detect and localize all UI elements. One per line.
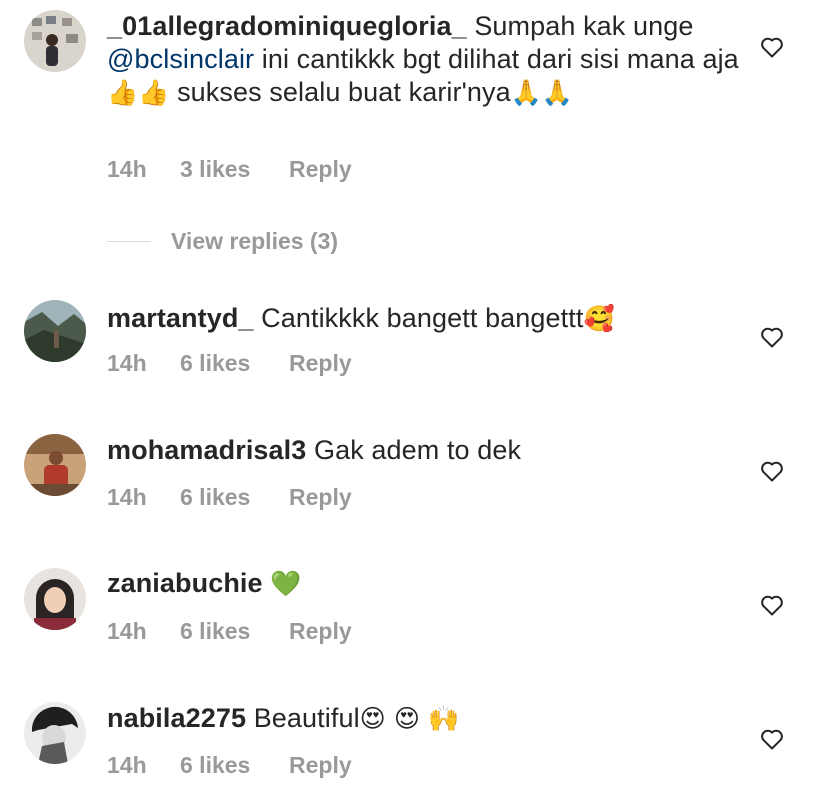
comment-text-part: sukses selalu buat karir'nya bbox=[169, 77, 511, 107]
avatar[interactable] bbox=[24, 702, 86, 764]
pray-emoji: 🙏🙏 bbox=[510, 78, 574, 107]
comment-username[interactable]: zaniabuchie bbox=[107, 568, 263, 598]
comment-text-part: Gak adem to dek bbox=[306, 435, 522, 465]
mention-link[interactable]: @bclsinclair bbox=[107, 44, 254, 74]
heart-outline-icon[interactable] bbox=[760, 728, 784, 750]
heart-outline-icon[interactable] bbox=[760, 594, 784, 616]
comment-username[interactable]: mohamadrisal3 bbox=[107, 435, 306, 465]
comment-likes[interactable]: 6 likes bbox=[180, 752, 289, 779]
avatar[interactable] bbox=[24, 434, 86, 496]
comment-likes[interactable]: 6 likes bbox=[180, 350, 289, 377]
heart-outline-icon[interactable] bbox=[760, 326, 784, 348]
comment-time: 14h bbox=[107, 156, 147, 182]
green-heart-emoji: 💚 bbox=[270, 569, 302, 598]
comment-username[interactable]: nabila2275 bbox=[107, 703, 246, 733]
comment-username[interactable]: _01allegradominiquegloria_ bbox=[107, 11, 467, 41]
comment-meta: 14h 6 likes Reply bbox=[107, 350, 352, 377]
comment-likes[interactable]: 6 likes bbox=[180, 484, 289, 511]
reply-button[interactable]: Reply bbox=[289, 618, 352, 645]
comment-likes[interactable]: 6 likes bbox=[180, 618, 289, 645]
thumbs-up-emoji: 👍👍 bbox=[107, 78, 170, 107]
comment-text-part: ini cantikkk bgt dilihat dari sisi mana … bbox=[254, 44, 739, 74]
comment-text-part: Cantikkkk bangett bangettt bbox=[253, 303, 584, 333]
divider-line bbox=[107, 241, 151, 242]
comment-text: nabila2275 Beautiful😍 😍 🙌 bbox=[107, 702, 747, 735]
view-replies-button[interactable]: View replies (3) bbox=[107, 228, 338, 255]
comment-likes[interactable]: 3 likes bbox=[180, 156, 289, 183]
comment-meta: 14h 6 likes Reply bbox=[107, 484, 352, 511]
comment-time: 14h bbox=[107, 484, 147, 510]
comment-meta: 14h 6 likes Reply bbox=[107, 618, 352, 645]
comment-username[interactable]: martantyd_ bbox=[107, 303, 254, 333]
comment-meta: 14h 6 likes Reply bbox=[107, 752, 352, 779]
comment-time: 14h bbox=[107, 752, 147, 778]
comment-text: mohamadrisal3 Gak adem to dek bbox=[107, 434, 747, 467]
reply-button[interactable]: Reply bbox=[289, 752, 352, 779]
view-replies-label[interactable]: View replies (3) bbox=[171, 228, 338, 255]
heart-outline-icon[interactable] bbox=[760, 460, 784, 482]
comment-text: _01allegradominiquegloria_ Sumpah kak un… bbox=[107, 10, 747, 109]
avatar[interactable] bbox=[24, 300, 86, 362]
comment-text-part: Beautiful bbox=[246, 703, 360, 733]
avatar[interactable] bbox=[24, 10, 86, 72]
comment-meta: 14h 3 likes Reply bbox=[107, 156, 352, 183]
smiling-face-hearts-emoji: 🥰 bbox=[583, 304, 615, 333]
comment-time: 14h bbox=[107, 350, 147, 376]
comment-text: zaniabuchie 💚 bbox=[107, 567, 747, 600]
reply-button[interactable]: Reply bbox=[289, 350, 352, 377]
reply-button[interactable]: Reply bbox=[289, 484, 352, 511]
heart-outline-icon[interactable] bbox=[760, 36, 784, 58]
comment-time: 14h bbox=[107, 618, 147, 644]
comment-text: martantyd_ Cantikkkk bangett bangettt🥰 bbox=[107, 302, 747, 335]
avatar[interactable] bbox=[24, 568, 86, 630]
reply-button[interactable]: Reply bbox=[289, 156, 352, 183]
comment-text-part: Sumpah kak unge bbox=[466, 11, 694, 41]
heart-eyes-emoji: 😍 😍 🙌 bbox=[359, 704, 460, 733]
